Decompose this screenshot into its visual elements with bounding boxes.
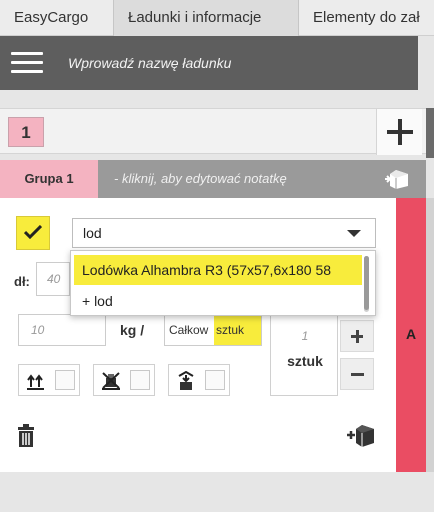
weight-input[interactable]: 10 (18, 314, 106, 346)
quantity-decrement-button[interactable] (340, 358, 374, 390)
length-input[interactable]: 40 (36, 262, 70, 296)
quantity-field[interactable]: 1 sztuk (270, 308, 338, 396)
quantity-unit-label: sztuk (287, 353, 323, 369)
weight-mode-per-piece[interactable]: sztuk (214, 315, 261, 345)
item-name-combobox[interactable]: lod (72, 218, 376, 248)
item-suggestions-dropdown: Lodówka Alhambra R3 (57x57,6x180 58 + lo… (70, 250, 376, 316)
quantity-input[interactable]: 1 (271, 329, 339, 343)
package-arrow-icon[interactable] (384, 168, 410, 190)
suggestion-item[interactable]: Lodówka Alhambra R3 (57x57,6x180 58 (74, 255, 362, 285)
item-checkbox[interactable] (16, 216, 50, 250)
dropdown-scrollbar[interactable] (364, 256, 369, 312)
app-root: EasyCargo Ładunki i informacje Elementy … (0, 0, 434, 512)
load-name-input[interactable]: Wprowadź nazwę ładunku (68, 36, 231, 90)
stackable-icon (25, 371, 47, 391)
trash-icon[interactable] (16, 424, 36, 448)
top-tabs: EasyCargo Ładunki i informacje Elementy … (0, 0, 434, 36)
chevron-down-icon[interactable] (347, 230, 361, 237)
hamburger-icon[interactable] (11, 52, 43, 74)
header-bar: Wprowadź nazwę ładunku (0, 36, 418, 90)
weight-mode-select[interactable]: Całkow sztuk (164, 314, 262, 346)
suggestion-item-new[interactable]: + lod (82, 289, 113, 313)
weight-unit-label: kg / (120, 322, 145, 338)
no-stack-icon (100, 371, 122, 391)
no-stack-option[interactable] (93, 364, 155, 396)
top-load-checkbox[interactable] (205, 370, 225, 390)
side-indicator[interactable]: A (396, 198, 426, 472)
top-load-icon (175, 370, 197, 391)
add-package-icon[interactable] (346, 422, 376, 448)
stackable-option[interactable] (18, 364, 80, 396)
item-card: lod dł: 40 10 kg / Całkow sztuk 1 sztuk (0, 198, 396, 472)
side-indicator-label: A (405, 326, 417, 342)
top-load-option[interactable] (168, 364, 230, 396)
scrollbar-thumb[interactable] (426, 108, 434, 158)
load-counter-row: 1 (0, 108, 434, 155)
quantity-increment-button[interactable] (340, 320, 374, 352)
group-label[interactable]: Grupa 1 (0, 160, 98, 198)
dropdown-scrollbar-thumb[interactable] (364, 256, 369, 310)
no-stack-checkbox[interactable] (130, 370, 150, 390)
load-count-badge: 1 (8, 117, 44, 147)
length-label: dł: (14, 274, 30, 289)
scrollbar-track[interactable] (426, 198, 434, 472)
weight-mode-total[interactable]: Całkow (169, 315, 208, 345)
tab-elements[interactable]: Elementy do zał (299, 0, 434, 36)
stackable-checkbox[interactable] (55, 370, 75, 390)
group-bar: Grupa 1 - kliknij, aby edytować notatkę (0, 160, 426, 198)
check-icon (24, 225, 42, 239)
tab-easycargo[interactable]: EasyCargo (0, 0, 113, 36)
bottom-area (0, 472, 434, 512)
group-note[interactable]: - kliknij, aby edytować notatkę (114, 160, 287, 198)
add-load-button[interactable] (376, 109, 422, 155)
item-name-value: lod (83, 225, 102, 241)
tab-loads-info[interactable]: Ładunki i informacje (113, 0, 299, 36)
